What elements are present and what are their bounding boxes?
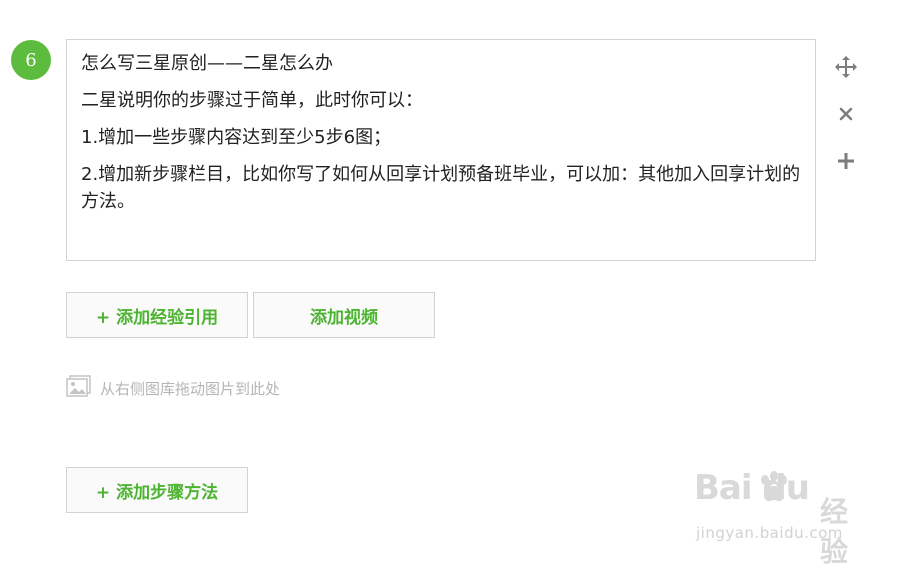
watermark-url: jingyan.baidu.com <box>696 524 843 542</box>
add-step-method-button[interactable]: + 添加步骤方法 <box>66 467 248 513</box>
step-content-editor[interactable]: 怎么写三星原创——二星怎么办 二星说明你的步骤过于简单，此时你可以： 1.增加一… <box>66 39 816 261</box>
editor-paragraph-3: 1.增加一些步骤内容达到至少5步6图； <box>81 127 392 148</box>
image-drop-zone[interactable]: 从右侧图库拖动图片到此处 <box>66 375 280 401</box>
add-experience-reference-button[interactable]: + 添加经验引用 <box>66 292 248 338</box>
editor-paragraph-1: 怎么写三星原创——二星怎么办 <box>81 53 333 74</box>
paw-icon <box>761 471 787 502</box>
image-icon <box>66 375 92 401</box>
editor-paragraph-2: 二星说明你的步骤过于简单，此时你可以： <box>81 90 423 111</box>
plus-icon[interactable] <box>832 147 860 175</box>
step-side-tools <box>832 53 860 194</box>
baidu-jingyan-watermark: Bai du 经验 jingyan.baidu.com <box>694 468 864 568</box>
add-video-button[interactable]: 添加视频 <box>253 292 435 338</box>
step-number-badge: 6 <box>11 40 51 80</box>
move-icon[interactable] <box>832 53 860 81</box>
drop-hint-text: 从右侧图库拖动图片到此处 <box>100 379 281 398</box>
close-icon[interactable] <box>832 100 860 128</box>
editor-paragraph-4: 2.增加新步骤栏目，比如你写了如何从回享计划预备班毕业，可以加：其他加入回享计划… <box>81 164 801 212</box>
